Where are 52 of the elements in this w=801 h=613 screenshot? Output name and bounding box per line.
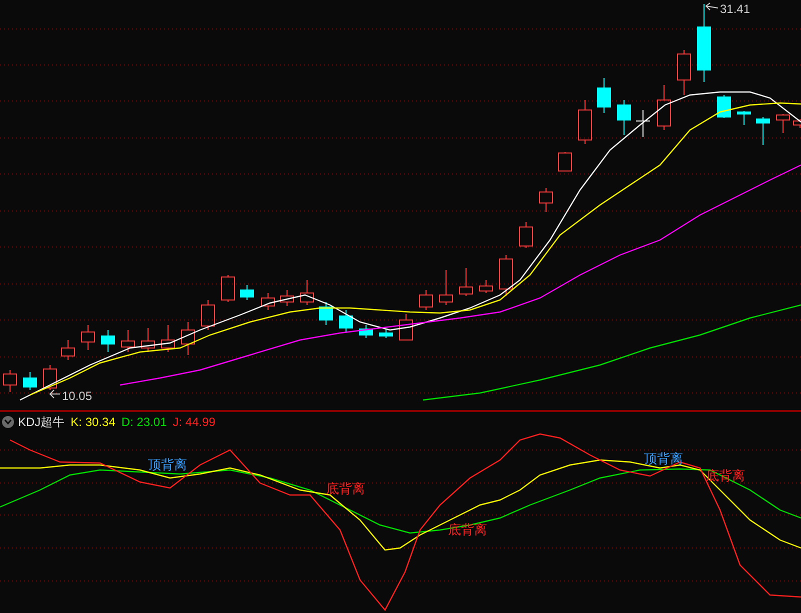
candlestick xyxy=(419,290,433,310)
candlestick xyxy=(61,340,75,360)
candlestick xyxy=(181,322,195,356)
candlestick xyxy=(459,268,473,296)
indicator-name: KDJ超牛 xyxy=(18,414,65,430)
candlestick xyxy=(717,94,731,118)
candlestick xyxy=(617,100,631,136)
candlestick xyxy=(558,152,572,172)
candlestick xyxy=(539,188,553,212)
candlestick xyxy=(240,284,254,300)
low-price-label: 10.05 xyxy=(62,388,92,405)
candlestick xyxy=(578,100,592,144)
divergence-label: 顶背离 xyxy=(644,451,683,466)
candlestick xyxy=(677,50,691,96)
candlestick xyxy=(439,270,453,306)
candlestick xyxy=(101,330,115,352)
candlestick xyxy=(81,324,95,350)
candlestick xyxy=(379,328,393,338)
collapse-icon[interactable] xyxy=(2,416,14,428)
candlestick xyxy=(597,78,611,114)
candlestick xyxy=(43,364,57,390)
candlestick xyxy=(359,324,373,338)
indicator-reading: K: 30.34 xyxy=(70,414,116,430)
candlestick xyxy=(479,280,493,294)
candlestick xyxy=(280,290,294,306)
candlestick xyxy=(23,372,37,390)
candlestick xyxy=(300,280,314,306)
candlestick xyxy=(776,114,790,134)
candlestick xyxy=(221,274,235,302)
candlestick xyxy=(657,84,671,130)
candlestick xyxy=(3,370,17,392)
divergence-label: 底背离 xyxy=(326,481,365,496)
candlestick xyxy=(339,310,353,332)
candlestick xyxy=(141,328,155,352)
candlestick xyxy=(201,300,215,330)
candlestick xyxy=(519,222,533,248)
indicator-reading: D: 23.01 xyxy=(121,414,167,430)
divergence-label: 顶背离 xyxy=(148,457,187,472)
candlestick xyxy=(737,110,751,126)
candlestick xyxy=(261,292,275,310)
high-pointer-icon xyxy=(705,2,718,10)
candlestick xyxy=(319,302,333,326)
candlestick xyxy=(399,314,413,340)
indicator-reading: J: 44.99 xyxy=(172,414,216,430)
high-price-label: 31.41 xyxy=(720,1,750,18)
candlestick xyxy=(636,110,650,138)
candlestick xyxy=(161,324,175,352)
low-pointer-icon xyxy=(49,390,60,398)
candlestick xyxy=(756,116,770,146)
candlestick xyxy=(793,118,801,128)
candlestick xyxy=(499,254,513,296)
candlestick xyxy=(121,330,135,352)
